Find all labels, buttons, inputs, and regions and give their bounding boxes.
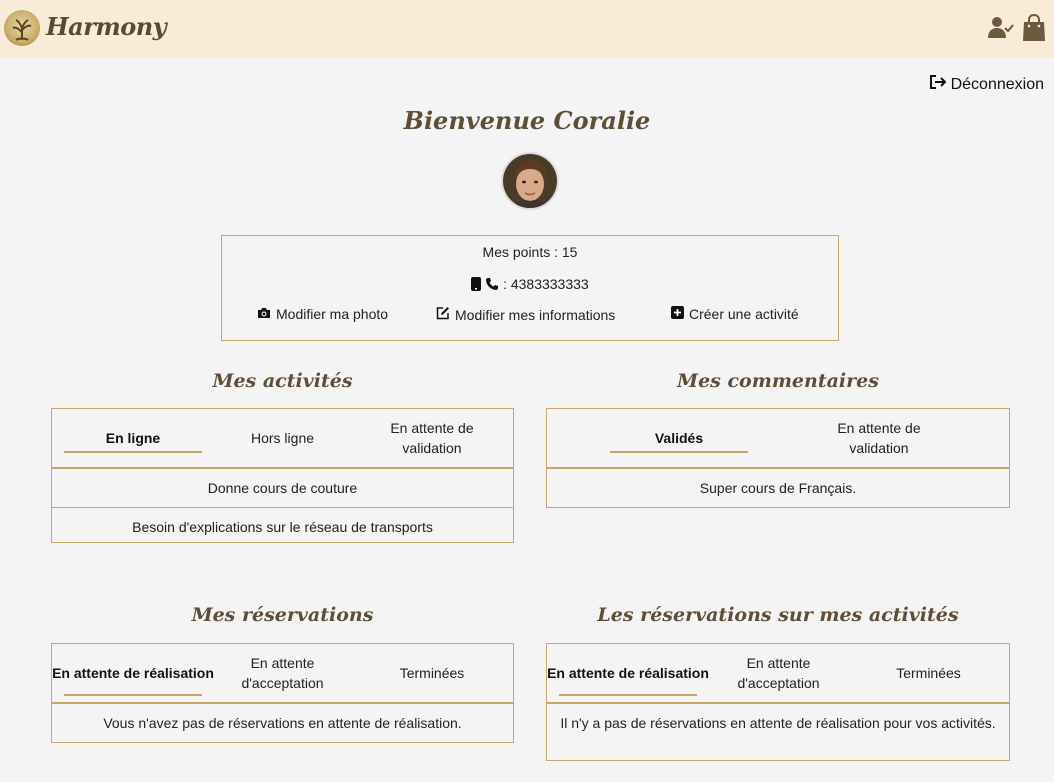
activity-reservations-title: Les réservations sur mes activités	[597, 604, 959, 626]
reservations-panel: En attente de réalisation En attente d'a…	[51, 643, 514, 743]
reservations-tabs: En attente de réalisation En attente d'a…	[52, 644, 513, 704]
activities-title: Mes activités	[212, 370, 353, 392]
points-label: Mes points : 15	[482, 244, 578, 260]
comments-tabs: Validés En attente de validation	[547, 409, 1009, 469]
tab-act-res-pending-acceptance[interactable]: En attente d'acceptation	[709, 644, 848, 702]
tab-validated-label: Validés	[654, 430, 704, 446]
tab-res-pending-acceptance-label: En attente d'acceptation	[241, 655, 324, 691]
harmony-logo-icon[interactable]	[4, 10, 40, 46]
edit-icon	[436, 306, 450, 323]
tab-act-res-pending-completion[interactable]: En attente de réalisation	[547, 644, 709, 702]
comments-title: Mes commentaires	[677, 370, 879, 392]
phone-number: : 4383333333	[503, 276, 589, 292]
navbar: Harmony	[0, 0, 1054, 58]
tab-res-pending-completion[interactable]: En attente de réalisation	[52, 644, 214, 702]
create-activity-label: Créer une activité	[689, 306, 799, 322]
avatar	[501, 152, 559, 210]
tab-comments-pending-label: En attente de validation	[837, 420, 921, 456]
page-title: Bienvenue Coralie	[403, 106, 651, 135]
active-tab-underline	[64, 451, 202, 453]
profile-info-box: Mes points : 15 : 4383333333 Modifier ma…	[221, 235, 839, 341]
phone-row: : 4383333333	[222, 276, 838, 292]
camera-icon	[257, 306, 271, 322]
tab-act-res-completed[interactable]: Terminées	[857, 644, 1000, 702]
comments-panel: Validés En attente de validation Super c…	[546, 408, 1010, 508]
tab-online[interactable]: En ligne	[52, 409, 214, 467]
tab-validated[interactable]: Validés	[598, 409, 760, 467]
logout-link[interactable]: Déconnexion	[929, 74, 1044, 95]
activity-reservations-tabs: En attente de réalisation En attente d'a…	[547, 644, 1009, 704]
empty-message: Vous n'avez pas de réservations en atten…	[103, 715, 462, 731]
tab-act-res-pending-completion-label: En attente de réalisation	[547, 665, 709, 681]
activity-reservations-panel: En attente de réalisation En attente d'a…	[546, 643, 1010, 761]
tab-res-completed-label: Terminées	[399, 665, 465, 681]
activities-panel: En ligne Hors ligne En attente de valida…	[51, 408, 514, 543]
tab-res-pending-acceptance[interactable]: En attente d'acceptation	[214, 644, 351, 702]
tab-res-completed[interactable]: Terminées	[361, 644, 503, 702]
list-item[interactable]: Donne cours de couture	[52, 469, 513, 508]
tab-offline[interactable]: Hors ligne	[214, 409, 351, 467]
activities-tabs: En ligne Hors ligne En attente de valida…	[52, 409, 513, 469]
logout-label: Déconnexion	[950, 75, 1044, 93]
sign-out-icon	[929, 74, 947, 95]
phone-icon	[485, 276, 503, 292]
brand-name[interactable]: Harmony	[46, 12, 167, 41]
plus-square-icon	[671, 306, 684, 322]
active-tab-underline	[559, 694, 697, 696]
create-activity-button[interactable]: Créer une activité	[671, 306, 799, 322]
tab-act-res-pending-acceptance-label: En attente d'acceptation	[737, 655, 820, 691]
tab-pending-validation-label: En attente de validation	[390, 420, 474, 456]
tab-pending-validation[interactable]: En attente de validation	[361, 409, 503, 467]
active-tab-underline	[610, 451, 748, 453]
list-item[interactable]: Super cours de Français.	[547, 469, 1009, 507]
edit-photo-button[interactable]: Modifier ma photo	[257, 306, 388, 322]
tab-online-label: En ligne	[105, 430, 161, 446]
edit-info-button[interactable]: Modifier mes informations	[436, 306, 615, 323]
edit-photo-label: Modifier ma photo	[276, 306, 389, 322]
edit-info-label: Modifier mes informations	[455, 306, 616, 323]
tab-act-res-completed-label: Terminées	[896, 665, 961, 681]
reservations-title: Mes réservations	[191, 604, 374, 626]
mobile-icon	[471, 276, 485, 292]
list-item[interactable]: Besoin d'explications sur le réseau de t…	[52, 508, 513, 546]
tab-res-pending-completion-label: En attente de réalisation	[52, 665, 214, 681]
tab-offline-label: Hors ligne	[250, 430, 315, 446]
user-check-icon[interactable]	[988, 16, 1014, 45]
shopping-bag-icon[interactable]	[1022, 13, 1046, 47]
tab-comments-pending[interactable]: En attente de validation	[809, 409, 949, 467]
active-tab-underline	[64, 694, 202, 696]
empty-message: Il n'y a pas de réservations en attente …	[560, 715, 996, 731]
